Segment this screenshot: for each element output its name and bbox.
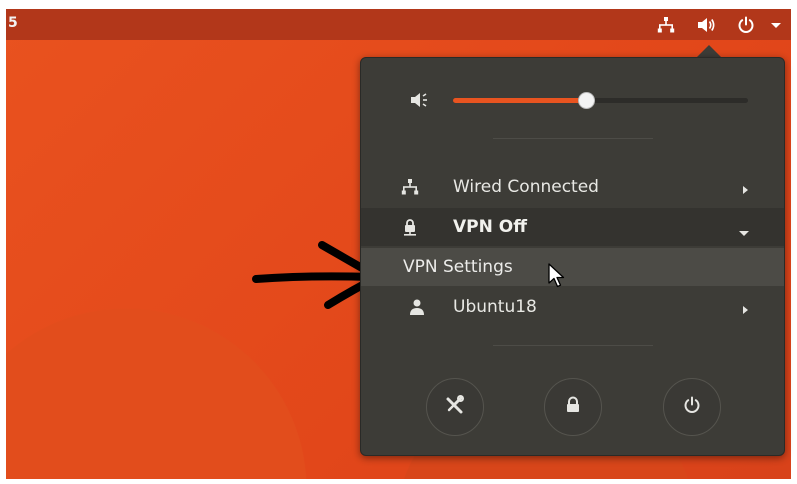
power-icon[interactable]	[736, 15, 756, 35]
power-icon	[683, 396, 701, 418]
settings-button[interactable]	[426, 378, 484, 436]
user-icon	[409, 298, 427, 316]
speaker-icon	[409, 90, 431, 114]
chevron-down-icon[interactable]	[766, 15, 786, 35]
menu-item-label: Ubuntu18	[453, 297, 537, 317]
system-menu: Wired Connected VPN Off VPN Settings Ubu…	[360, 57, 785, 456]
menu-item-label: VPN Settings	[403, 257, 513, 277]
top-bar: 5	[6, 9, 791, 40]
separator	[493, 345, 653, 346]
volume-row	[401, 88, 761, 112]
volume-icon[interactable]	[696, 15, 716, 35]
chevron-right-icon	[740, 181, 750, 200]
lock-button[interactable]	[544, 378, 602, 436]
mouse-cursor-icon	[548, 263, 565, 288]
power-off-button[interactable]	[663, 378, 721, 436]
menu-item-wired[interactable]: Wired Connected	[361, 168, 784, 206]
network-wired-icon[interactable]	[656, 15, 676, 35]
separator	[493, 138, 653, 139]
volume-slider-fill	[453, 98, 586, 103]
network-wired-icon	[401, 178, 419, 196]
volume-slider[interactable]	[453, 92, 748, 109]
menu-item-label: Wired Connected	[453, 177, 599, 197]
menu-item-user[interactable]: Ubuntu18	[361, 288, 784, 326]
volume-slider-knob[interactable]	[577, 92, 595, 109]
menu-item-vpn-settings[interactable]: VPN Settings	[361, 248, 784, 286]
chevron-right-icon	[740, 301, 750, 320]
settings-icon	[445, 395, 465, 419]
chevron-down-icon	[738, 223, 750, 242]
lock-icon	[565, 396, 581, 418]
vpn-lock-icon	[401, 218, 419, 236]
menu-item-vpn[interactable]: VPN Off	[361, 208, 784, 246]
clock-fragment[interactable]: 5	[8, 15, 18, 31]
menu-item-label: VPN Off	[453, 217, 527, 237]
